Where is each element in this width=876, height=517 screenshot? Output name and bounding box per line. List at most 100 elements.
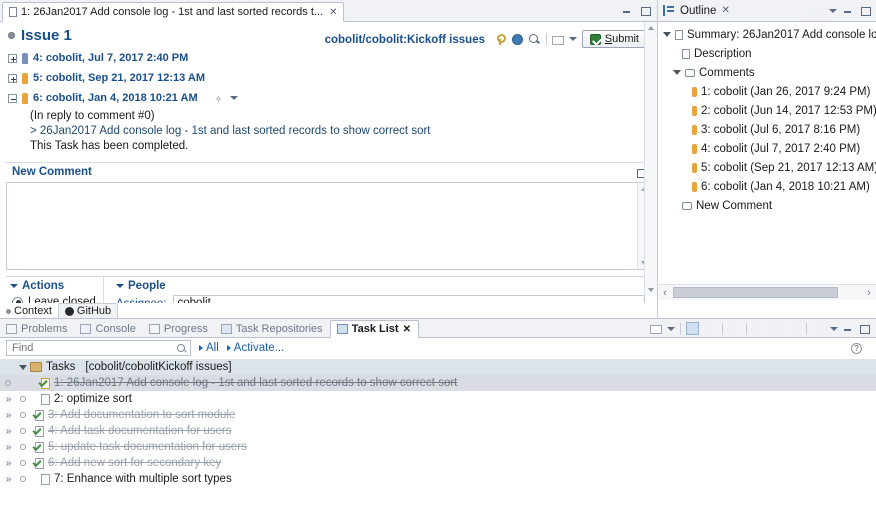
synchronize-icon[interactable] [770, 322, 783, 335]
comment-header-row[interactable]: 5: cobolit, Sep 21, 2017 12:13 AM [8, 68, 657, 88]
comment-header-row[interactable]: 6: cobolit, Jan 4, 2018 10:21 AM ✧ [8, 88, 657, 108]
activate-task-icon[interactable]: » [6, 442, 11, 453]
outline-node-label: New Comment [696, 199, 773, 212]
collapse-all-icon[interactable] [788, 322, 801, 335]
incoming-icon [19, 396, 26, 402]
chevron-down-icon[interactable] [229, 96, 238, 100]
activate-task-icon[interactable] [5, 380, 11, 386]
categorize-icon[interactable] [686, 322, 699, 335]
minimize-icon[interactable] [622, 5, 633, 16]
outline-node-description[interactable]: Description [658, 44, 876, 63]
outline-node-comments[interactable]: Comments [658, 63, 876, 82]
view-menu-icon[interactable] [829, 8, 837, 13]
table-row[interactable]: » 4: Add task documentation for users [0, 423, 876, 439]
search-icon[interactable] [528, 33, 541, 46]
activate-task-icon[interactable]: » [6, 410, 11, 421]
view-menu-icon[interactable] [830, 326, 838, 331]
table-row[interactable]: » 2: optimize sort [0, 391, 876, 407]
table-row[interactable]: » 5: update task documentation for users [0, 439, 876, 455]
expand-icon[interactable] [8, 73, 17, 83]
outline-toolbar [810, 4, 871, 17]
filter-all-link[interactable]: All [199, 342, 219, 354]
activate-link[interactable]: Activate... [226, 342, 284, 354]
tab-task-list[interactable]: Task List ✕ [329, 320, 419, 338]
tab-console-label: Console [95, 323, 136, 335]
outline-node-comment[interactable]: 1: cobolit (Jan 26, 2017 9:24 PM) [658, 82, 876, 101]
editor-tab-issue[interactable]: 1: 26Jan2017 Add console log - 1st and l… [2, 2, 345, 22]
scroll-down-icon[interactable] [648, 288, 654, 292]
search-input[interactable] [6, 340, 191, 356]
incoming-icon [19, 460, 26, 466]
search-input-field[interactable] [7, 341, 162, 355]
filter-icon[interactable] [752, 322, 765, 335]
tab-problems[interactable]: Problems [0, 321, 74, 337]
outline-node-comment[interactable]: 3: cobolit (Jul 6, 2017 8:16 PM) [658, 120, 876, 139]
twisty-icon[interactable] [672, 68, 681, 77]
twisty-icon[interactable] [116, 284, 124, 288]
maximize-icon[interactable] [859, 323, 870, 334]
chevron-down-icon[interactable] [667, 326, 675, 331]
outline-node-new-comment[interactable]: New Comment [658, 196, 876, 215]
outline-horizontal-scrollbar[interactable]: ‹ › [658, 284, 876, 300]
restore-tasks-icon[interactable] [812, 322, 825, 335]
editor-vertical-scrollbar[interactable] [644, 22, 657, 296]
pin-icon[interactable]: ✧ [215, 94, 224, 104]
outline-node-comment[interactable]: 6: cobolit (Jan 4, 2018 10:21 AM) [658, 177, 876, 196]
task-category-row[interactable]: Tasks [cobolit/cobolitKickoff issues] [0, 359, 876, 375]
submit-button[interactable]: Submit [581, 30, 647, 48]
table-row[interactable]: » 7: Enhance with multiple sort types [0, 471, 876, 487]
chevron-down-icon[interactable] [568, 37, 577, 41]
console-icon [80, 324, 92, 334]
activate-task-icon[interactable]: » [6, 474, 11, 485]
tab-console[interactable]: Console [74, 321, 142, 337]
new-comment-input[interactable] [6, 182, 651, 270]
actions-title-row[interactable]: Actions [6, 280, 103, 292]
expand-icon[interactable] [8, 53, 17, 63]
outline-header: Outline ✕ [658, 0, 876, 22]
activate-task-icon[interactable]: » [6, 426, 11, 437]
tab-progress[interactable]: Progress [143, 321, 215, 337]
tab-context[interactable]: Context [0, 304, 58, 318]
task-label: 2: optimize sort [54, 393, 132, 405]
focus-icon[interactable] [728, 322, 741, 335]
table-row[interactable]: 1: 26Jan2017 Add console log - 1st and l… [0, 375, 876, 391]
new-task-icon[interactable] [650, 325, 662, 334]
twisty-icon[interactable] [662, 30, 671, 39]
maximize-icon[interactable] [860, 5, 871, 16]
table-row[interactable]: » 6: Add new sort for secondary key [0, 455, 876, 471]
minimize-icon[interactable] [843, 5, 854, 16]
scroll-up-icon[interactable] [648, 26, 654, 30]
close-icon[interactable]: ✕ [329, 7, 337, 18]
outline-node-summary[interactable]: Summary: 26Jan2017 Add console log - 1 [658, 25, 876, 44]
key-icon[interactable] [494, 33, 507, 46]
twisty-icon[interactable] [16, 364, 30, 370]
comment-header-row[interactable]: 4: cobolit, Jul 7, 2017 2:40 PM [8, 48, 657, 68]
activate-task-icon[interactable]: » [6, 458, 11, 469]
schedule-icon[interactable] [704, 322, 717, 335]
tab-github[interactable]: GitHub [57, 303, 119, 318]
outline-node-comment[interactable]: 5: cobolit (Sep 21, 2017 12:13 AM) [658, 158, 876, 177]
table-row[interactable]: » 3: Add documentation to sort module [0, 407, 876, 423]
close-icon[interactable]: ✕ [403, 324, 411, 335]
divider [722, 322, 723, 335]
minimize-icon[interactable] [843, 323, 854, 334]
close-icon[interactable]: ✕ [721, 5, 729, 16]
globe-icon[interactable] [511, 33, 523, 45]
people-title-row[interactable]: People [112, 280, 651, 292]
help-icon[interactable]: ? [851, 342, 862, 354]
collapse-icon[interactable] [8, 93, 17, 103]
repository-link[interactable]: cobolit/cobolit:Kickoff issues [325, 34, 485, 46]
scroll-right-icon[interactable]: › [862, 287, 876, 299]
maximize-icon[interactable] [640, 5, 651, 16]
scroll-left-icon[interactable]: ‹ [658, 287, 672, 299]
outline-node-comment[interactable]: 2: cobolit (Jun 14, 2017 12:53 PM) [658, 101, 876, 120]
activate-task-icon[interactable]: » [6, 394, 11, 405]
outline-node-comment[interactable]: 4: cobolit (Jul 7, 2017 2:40 PM) [658, 139, 876, 158]
folder-icon[interactable] [551, 35, 564, 45]
twisty-icon[interactable] [10, 284, 18, 288]
outline-node-label: 1: cobolit (Jan 26, 2017 9:24 PM) [701, 85, 871, 98]
tab-task-repositories[interactable]: Task Repositories [215, 321, 330, 337]
sort-icon[interactable] [810, 4, 823, 17]
task-list-tree: Tasks [cobolit/cobolitKickoff issues] 1:… [0, 358, 876, 487]
scrollbar-thumb[interactable] [673, 287, 838, 298]
